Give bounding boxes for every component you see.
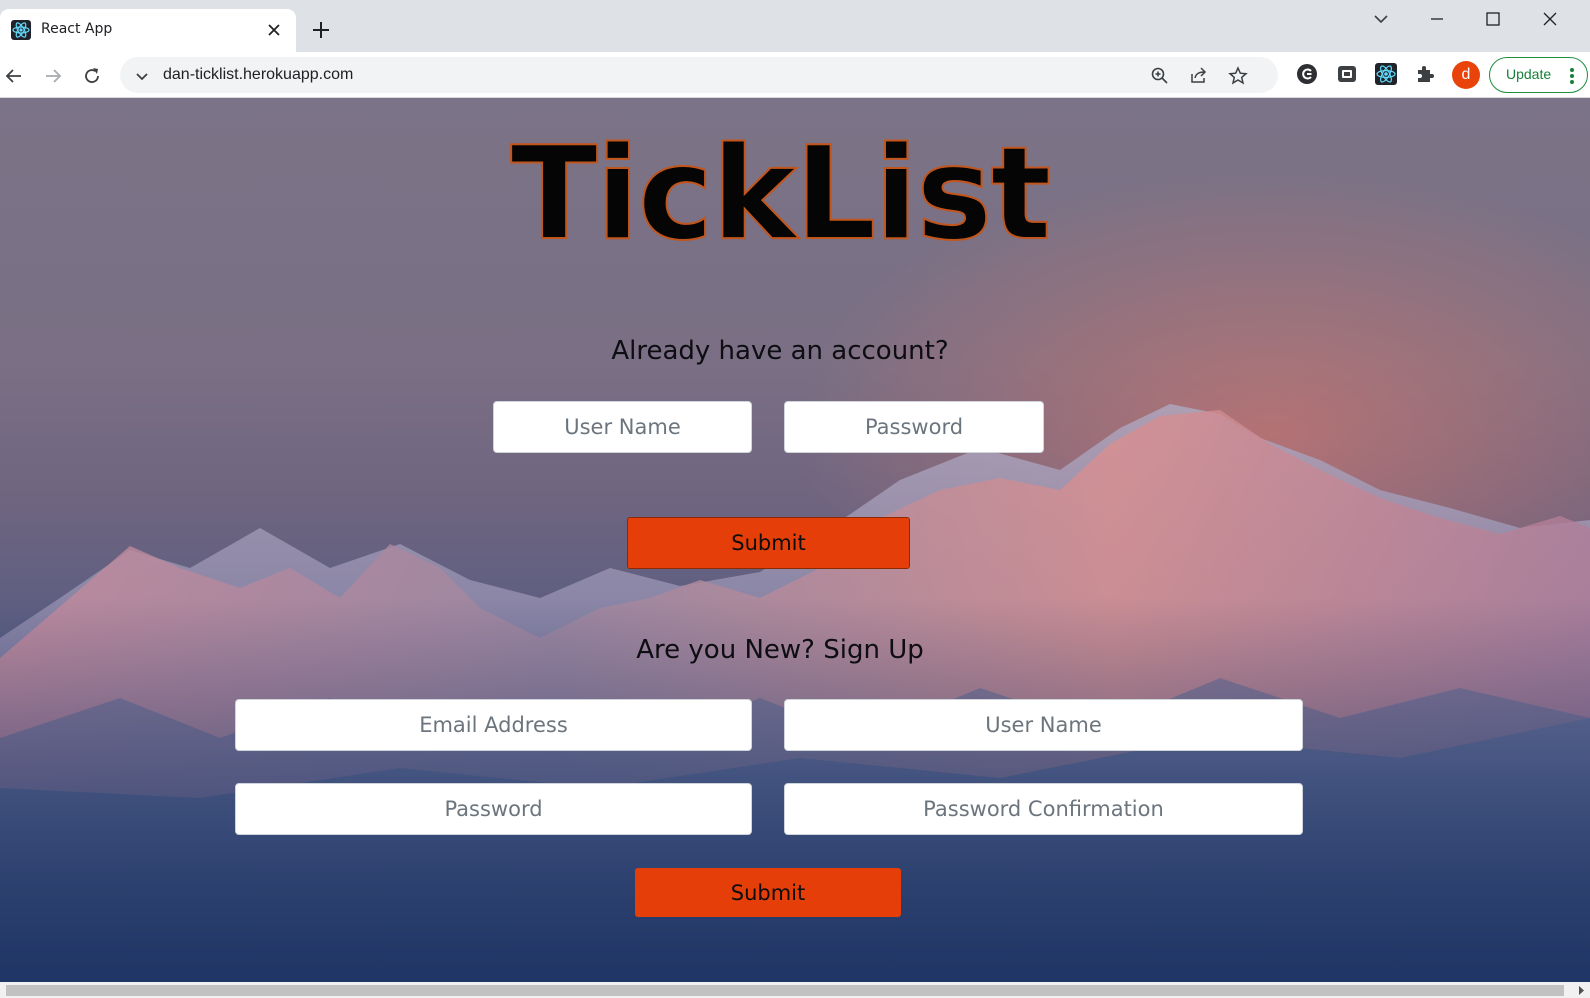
grammar-extension-icon[interactable]	[1296, 63, 1318, 85]
signup-submit-button[interactable]: Submit	[635, 868, 901, 917]
brand-title: TickList	[510, 119, 1053, 270]
new-tab-icon[interactable]	[312, 21, 330, 39]
address-url[interactable]: dan-ticklist.herokuapp.com	[163, 66, 353, 84]
scroll-right-arrow-icon[interactable]	[1578, 985, 1586, 996]
zoom-icon[interactable]	[1150, 66, 1170, 86]
update-button[interactable]: Update	[1489, 57, 1588, 93]
reader-extension-icon[interactable]	[1336, 63, 1358, 85]
page-viewport: TickList Already have an account? Submit…	[0, 98, 1590, 982]
login-submit-button[interactable]: Submit	[627, 517, 910, 569]
update-button-label: Update	[1506, 66, 1552, 82]
address-bar[interactable]: dan-ticklist.herokuapp.com	[120, 57, 1278, 93]
close-window-icon[interactable]	[1541, 10, 1559, 28]
browser-tab[interactable]: React App	[0, 9, 296, 52]
back-arrow-icon[interactable]	[4, 66, 24, 86]
more-options-icon[interactable]	[1569, 67, 1575, 85]
site-info-chevron-icon[interactable]	[132, 66, 152, 86]
signup-password-confirmation-input[interactable]	[784, 783, 1303, 835]
puzzle-extensions-icon[interactable]	[1414, 63, 1436, 85]
tab-title: React App	[41, 21, 113, 37]
login-password-input[interactable]	[784, 401, 1044, 453]
minimize-icon[interactable]	[1428, 10, 1446, 28]
login-heading: Already have an account?	[611, 336, 949, 366]
login-username-input[interactable]	[493, 401, 752, 453]
horizontal-scrollbar[interactable]	[0, 982, 1590, 998]
signup-email-input[interactable]	[235, 699, 752, 751]
reload-icon[interactable]	[82, 66, 102, 86]
bookmark-star-icon[interactable]	[1228, 66, 1248, 86]
profile-avatar[interactable]: d	[1452, 61, 1480, 89]
react-devtools-icon[interactable]	[1375, 63, 1397, 85]
signup-heading: Are you New? Sign Up	[636, 635, 924, 665]
close-tab-icon[interactable]	[266, 22, 282, 38]
signup-password-input[interactable]	[235, 783, 752, 835]
react-atom-icon	[11, 20, 31, 40]
browser-toolbar: dan-ticklist.herokuapp.com d Update	[0, 52, 1590, 98]
tab-search-chevron-icon[interactable]	[1372, 10, 1390, 28]
browser-tab-strip: React App	[0, 0, 1590, 52]
signup-username-input[interactable]	[784, 699, 1303, 751]
forward-arrow-icon[interactable]	[43, 66, 63, 86]
scrollbar-thumb[interactable]	[6, 985, 1564, 996]
share-icon[interactable]	[1189, 66, 1209, 86]
maximize-icon[interactable]	[1484, 10, 1502, 28]
